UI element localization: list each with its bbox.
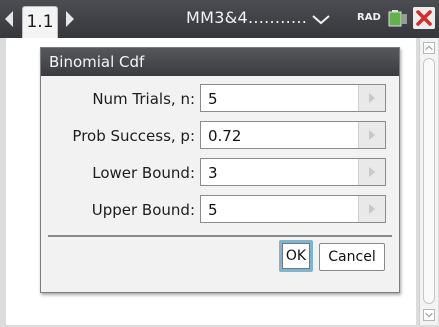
chevron-down-icon[interactable] — [312, 15, 330, 25]
lower-bound-input[interactable]: 3 — [200, 158, 386, 186]
angle-mode-label: RAD — [357, 12, 381, 23]
upper-bound-menu-button[interactable] — [358, 196, 385, 222]
lower-bound-menu-button[interactable] — [358, 159, 385, 185]
dialog-title: Binomial Cdf — [49, 53, 145, 71]
dialog-divider — [48, 235, 392, 237]
tab-1-1[interactable]: 1.1 — [22, 6, 58, 38]
top-bar: 1.1 MM3&4........... RAD — [0, 0, 439, 38]
num-trials-input[interactable]: 5 — [200, 84, 386, 112]
ok-button-label: OK — [282, 243, 310, 269]
cancel-button[interactable]: Cancel — [319, 243, 385, 271]
lower-bound-row: Lower Bound: 3 — [41, 158, 399, 188]
chevron-right-icon — [369, 204, 375, 214]
scroll-up-icon[interactable] — [423, 42, 435, 54]
binomial-cdf-dialog: Binomial Cdf Num Trials, n: 5 Prob Succe… — [40, 47, 400, 293]
close-icon[interactable] — [413, 7, 435, 29]
scroll-down-icon[interactable] — [423, 309, 435, 321]
document-title[interactable]: MM3&4........... — [186, 8, 307, 27]
lower-bound-label: Lower Bound: — [92, 164, 195, 182]
upper-bound-input[interactable]: 5 — [200, 195, 386, 223]
lower-bound-value: 3 — [208, 164, 218, 182]
num-trials-menu-button[interactable] — [358, 85, 385, 111]
num-trials-row: Num Trials, n: 5 — [41, 84, 399, 114]
tab-right-arrow-icon[interactable] — [66, 11, 74, 27]
upper-bound-label: Upper Bound: — [91, 201, 195, 219]
ok-button[interactable]: OK — [279, 240, 313, 272]
dialog-titlebar: Binomial Cdf — [41, 48, 399, 76]
scroll-thumb[interactable] — [423, 58, 435, 304]
upper-bound-row: Upper Bound: 5 — [41, 195, 399, 225]
vertical-scrollbar[interactable] — [419, 38, 438, 325]
prob-success-row: Prob Success, p: 0.72 — [41, 121, 399, 151]
num-trials-label: Num Trials, n: — [92, 90, 195, 108]
num-trials-value: 5 — [208, 90, 218, 108]
chevron-right-icon — [369, 167, 375, 177]
prob-success-menu-button[interactable] — [358, 122, 385, 148]
prob-success-value: 0.72 — [208, 127, 242, 145]
tab-left-arrow-icon[interactable] — [5, 11, 13, 27]
chevron-right-icon — [369, 130, 375, 140]
prob-success-label: Prob Success, p: — [72, 127, 195, 145]
upper-bound-value: 5 — [208, 201, 218, 219]
chevron-right-icon — [369, 93, 375, 103]
prob-success-input[interactable]: 0.72 — [200, 121, 386, 149]
battery-icon — [388, 10, 407, 27]
